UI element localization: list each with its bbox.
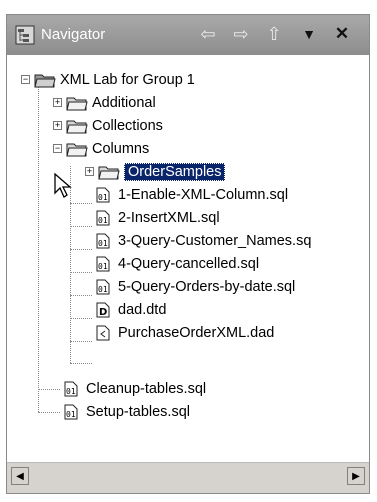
- tree-item-ordersamples[interactable]: OrderSamples: [98, 161, 226, 183]
- expand-toggle[interactable]: +: [85, 167, 94, 176]
- mouse-pointer-icon: [54, 173, 72, 198]
- tree-item-file[interactable]: 01 1-Enable-XML-Column.sql: [96, 184, 288, 206]
- tree-item-file[interactable]: 01 Setup-tables.sql: [64, 401, 190, 423]
- folder-icon: [66, 97, 88, 111]
- tree-line: [70, 249, 92, 250]
- tree-line: [70, 226, 92, 227]
- tree-item-label: PurchaseOrderXML.dad: [118, 325, 275, 341]
- tree-item-file[interactable]: 01 2-InsertXML.sql: [96, 207, 220, 229]
- close-icon[interactable]: ✕: [331, 23, 353, 45]
- svg-text:01: 01: [98, 193, 108, 202]
- tree-item-file[interactable]: 01 5-Query-Orders-by-date.sql: [96, 276, 295, 298]
- tree-item-label: Collections: [92, 118, 163, 134]
- tree-line: [70, 363, 92, 364]
- sql-file-icon: 01: [96, 233, 110, 249]
- tree-item-label: Setup-tables.sql: [86, 404, 190, 420]
- tree-line: [70, 341, 92, 342]
- forward-arrow-icon[interactable]: ⇨: [230, 23, 252, 45]
- svg-text:01: 01: [98, 262, 108, 271]
- tree-line: [70, 295, 92, 296]
- tree-item-root[interactable]: XML Lab for Group 1: [34, 69, 195, 91]
- expand-toggle[interactable]: +: [53, 98, 62, 107]
- dtd-file-icon: D: [96, 302, 110, 318]
- sql-file-icon: 01: [96, 256, 110, 272]
- svg-text:01: 01: [66, 410, 76, 419]
- dad-file-icon: [96, 325, 110, 341]
- tree-item-label: 4-Query-cancelled.sql: [118, 256, 260, 272]
- project-folder-icon: [34, 74, 56, 88]
- svg-text:01: 01: [98, 239, 108, 248]
- navigator-tree[interactable]: − XML Lab for Group 1 + Additional + Col…: [7, 55, 369, 463]
- tree-item-file[interactable]: D dad.dtd: [96, 299, 166, 321]
- tree-item-label: Columns: [92, 141, 150, 157]
- view-titlebar: Navigator ⇦ ⇨ ⇧ ▼ ✕: [7, 15, 369, 55]
- scroll-right-icon[interactable]: ▶: [347, 467, 365, 485]
- tree-line: [38, 389, 60, 390]
- svg-text:01: 01: [66, 387, 76, 396]
- tree-item-file[interactable]: 01 4-Query-cancelled.sql: [96, 253, 259, 275]
- tree-line: [38, 79, 39, 412]
- collapse-toggle[interactable]: −: [53, 144, 62, 153]
- svg-text:D: D: [99, 307, 107, 318]
- sql-file-icon: 01: [96, 279, 110, 295]
- sql-file-icon: 01: [64, 381, 78, 397]
- folder-icon: [66, 143, 88, 157]
- collapse-toggle[interactable]: −: [21, 75, 30, 84]
- tree-item-label: OrderSamples: [124, 163, 226, 181]
- horizontal-scrollbar[interactable]: ◀ ▶: [7, 462, 369, 493]
- tree-item-label: 1-Enable-XML-Column.sql: [118, 187, 289, 203]
- tree-item-label: 5-Query-Orders-by-date.sql: [118, 279, 296, 295]
- tree-item-file[interactable]: 01 3-Query-Customer_Names.sq: [96, 230, 311, 252]
- tree-line: [70, 318, 92, 319]
- tree-item-collections[interactable]: Collections: [66, 115, 163, 137]
- tree-item-columns[interactable]: Columns: [66, 138, 149, 160]
- sql-file-icon: 01: [64, 404, 78, 420]
- tree-item-label: Cleanup-tables.sql: [86, 381, 207, 397]
- expand-toggle[interactable]: +: [53, 121, 62, 130]
- folder-icon: [98, 166, 120, 180]
- back-arrow-icon[interactable]: ⇦: [197, 23, 219, 45]
- svg-text:01: 01: [98, 216, 108, 225]
- view-title: Navigator: [41, 26, 106, 43]
- tree-item-label: 2-InsertXML.sql: [118, 210, 220, 226]
- up-arrow-icon[interactable]: ⇧: [263, 23, 285, 45]
- tree-item-additional[interactable]: Additional: [66, 92, 156, 114]
- tree-line: [70, 272, 92, 273]
- tree-line: [70, 203, 92, 204]
- sql-file-icon: 01: [96, 187, 110, 203]
- folder-icon: [66, 120, 88, 134]
- navigator-view: Navigator ⇦ ⇨ ⇧ ▼ ✕ − XML Lab for Group …: [6, 14, 370, 494]
- tree-item-file[interactable]: 01 Cleanup-tables.sql: [64, 378, 206, 400]
- tree-item-label: XML Lab for Group 1: [60, 72, 195, 88]
- view-menu-icon[interactable]: ▼: [298, 23, 320, 45]
- tree-item-label: dad.dtd: [118, 302, 167, 318]
- tree-item-label: Additional: [92, 95, 156, 111]
- tree-item-file[interactable]: PurchaseOrderXML.dad: [96, 322, 274, 344]
- navigator-icon: [15, 25, 35, 45]
- scroll-left-icon[interactable]: ◀: [11, 467, 29, 485]
- svg-text:01: 01: [98, 285, 108, 294]
- tree-item-label: 3-Query-Customer_Names.sq: [118, 233, 312, 249]
- sql-file-icon: 01: [96, 210, 110, 226]
- tree-line: [38, 412, 60, 413]
